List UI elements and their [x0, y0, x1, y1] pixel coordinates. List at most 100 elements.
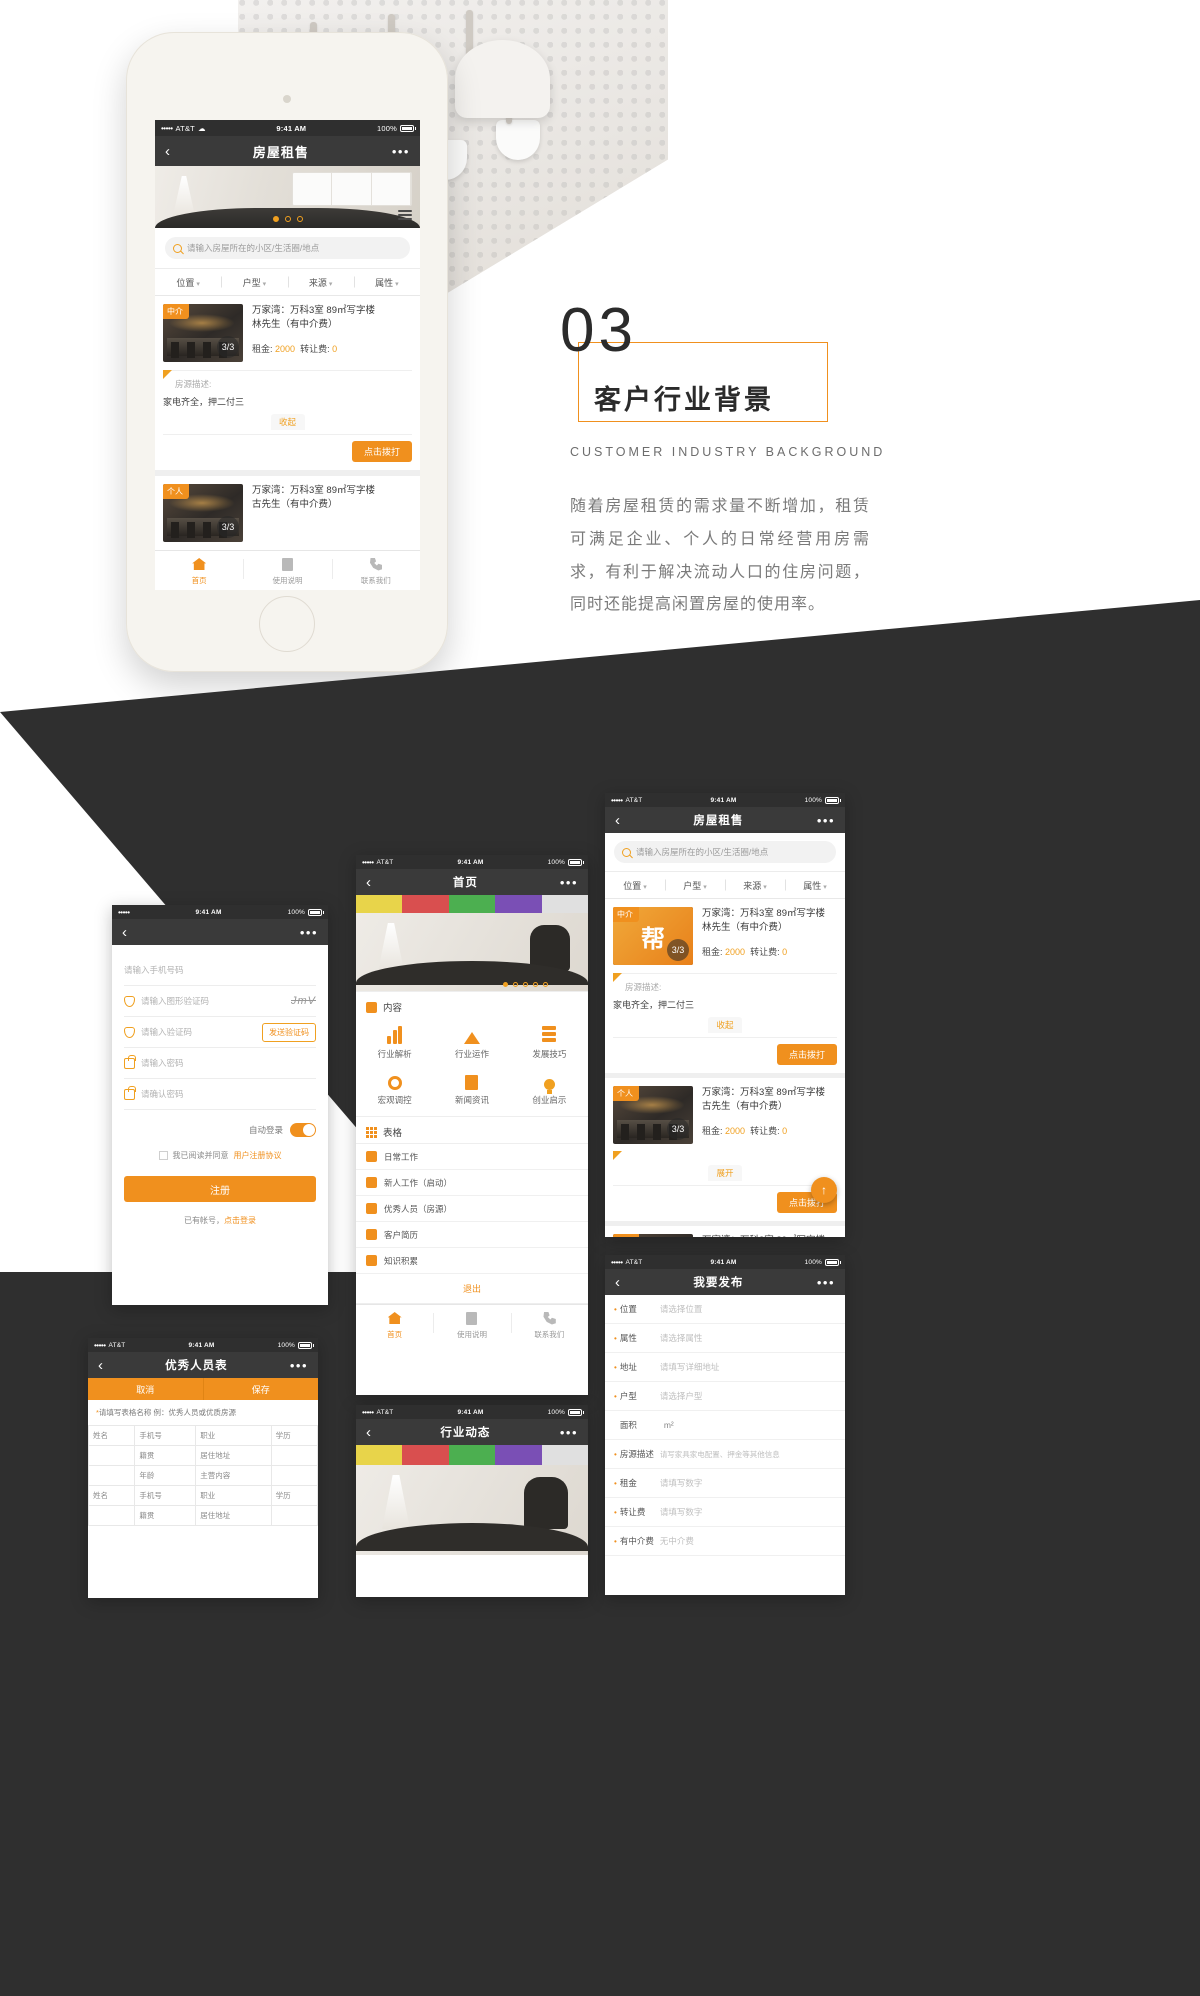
- staff-grid[interactable]: 姓名 手机号 职业 学历 籍贯 居住地址 年龄 主营内容 姓名 手机号 职业 学历 籍贯 居住地址: [88, 1425, 318, 1526]
- tab-home[interactable]: 首页: [356, 1305, 433, 1344]
- list-item[interactable]: 日常工作: [356, 1144, 588, 1170]
- field-area[interactable]: •面积m²: [605, 1411, 845, 1440]
- signal-dots-icon: •••••: [161, 123, 173, 133]
- screen-rent-list: ••••• AT&T 9:41 AM 100% ‹ 房屋租售 ••• 请输入房屋所…: [605, 793, 845, 1237]
- listing-card[interactable]: 个人 3/3 万家湾：万科3室 89㎡写字楼 古先生（有中介费） 租金: 200…: [605, 1078, 845, 1221]
- chevron-down-icon: ▾: [643, 883, 647, 891]
- field-image-captcha[interactable]: 请输入图形验证码 JmV: [124, 986, 316, 1017]
- register-button[interactable]: 注册: [124, 1176, 316, 1202]
- listing-thumbnail[interactable]: 帮 中介 3/3: [613, 907, 693, 965]
- listing-thumbnail[interactable]: 中介 3/3: [163, 304, 243, 362]
- field-password-confirm[interactable]: 请确认密码: [124, 1079, 316, 1110]
- grid-item-startup-tips[interactable]: 创业启示: [511, 1070, 588, 1106]
- scroll-to-top-button[interactable]: ↑: [811, 1177, 837, 1203]
- search-input[interactable]: 请输入房屋所在的小区/生活圈/地点: [165, 237, 410, 259]
- more-button[interactable]: •••: [560, 1425, 578, 1440]
- field-layout[interactable]: • 户型 请选择户型: [605, 1382, 845, 1411]
- collapse-button[interactable]: 收起: [708, 1017, 742, 1033]
- call-button[interactable]: 点击拨打: [776, 1044, 837, 1065]
- listing-thumbnail[interactable]: 个人 3/3: [613, 1234, 693, 1237]
- back-button[interactable]: ‹: [615, 813, 620, 828]
- listing-card[interactable]: 帮 中介 3/3 万家湾：万科3室 89㎡写字楼 林先生（有中介费） 租金: 2…: [605, 899, 845, 1073]
- list-item[interactable]: 知识积累: [356, 1248, 588, 1274]
- call-button[interactable]: 点击拨打: [351, 441, 412, 462]
- filter-layout[interactable]: 户型 ▾: [665, 879, 725, 892]
- grid-item-news[interactable]: 新闻资讯: [433, 1070, 510, 1106]
- logout-button[interactable]: 退出: [356, 1274, 588, 1304]
- back-button[interactable]: ‹: [98, 1358, 103, 1373]
- listing-thumbnail[interactable]: 个人 3/3: [613, 1086, 693, 1144]
- filter-location[interactable]: 位置 ▾: [155, 276, 221, 289]
- required-marker: •: [614, 1449, 617, 1459]
- list-item[interactable]: 优秀人员（房源）: [356, 1196, 588, 1222]
- listing-thumbnail[interactable]: 个人 3/3: [163, 484, 243, 542]
- agreement-checkbox[interactable]: [158, 1151, 168, 1160]
- listing-actions: 点击拨打: [613, 1037, 837, 1065]
- shield-icon: [124, 1026, 135, 1038]
- tab-instructions[interactable]: 使用说明: [243, 551, 331, 590]
- listing-card[interactable]: 个人 3/3 万家湾：万科3室 89㎡写字楼 古先生（有中介费）: [155, 476, 420, 550]
- tab-home[interactable]: 首页: [155, 551, 243, 590]
- phone-home-button[interactable]: [259, 596, 315, 652]
- rent-value: 2000: [725, 1125, 746, 1136]
- listing-card[interactable]: 中介 3/3 万家湾：万科3室 89㎡写字楼 林先生（有中介费） 租金: 200…: [155, 296, 420, 470]
- field-address[interactable]: • 地址 请填写详细地址: [605, 1353, 845, 1382]
- back-button[interactable]: ‹: [122, 925, 127, 940]
- field-agency-fee[interactable]: • 有中介费 无中介费: [605, 1527, 845, 1556]
- auto-login-toggle[interactable]: [290, 1123, 316, 1137]
- field-transfer-fee[interactable]: • 转让费 请填写数字: [605, 1498, 845, 1527]
- tab-contact[interactable]: 联系我们: [510, 1305, 588, 1344]
- banner-menu-icon[interactable]: [398, 208, 412, 222]
- news-banner[interactable]: [356, 1445, 588, 1555]
- field-description[interactable]: • 房源描述 请写家具家电配置、押金等其他信息: [605, 1440, 845, 1469]
- back-button[interactable]: ‹: [366, 875, 371, 890]
- field-phone[interactable]: 请输入手机号码: [124, 955, 316, 986]
- list-item[interactable]: 新人工作（启动）: [356, 1170, 588, 1196]
- back-button[interactable]: ‹: [366, 1425, 371, 1440]
- field-location[interactable]: • 位置 请选择位置: [605, 1295, 845, 1324]
- field-attribute[interactable]: • 属性 请选择属性: [605, 1324, 845, 1353]
- more-button[interactable]: •••: [817, 1275, 835, 1290]
- save-button[interactable]: 保存: [202, 1378, 318, 1400]
- login-link[interactable]: 点击登录: [224, 1216, 256, 1225]
- more-button[interactable]: •••: [290, 1358, 308, 1373]
- grid-item-development-skills[interactable]: 发展技巧: [511, 1024, 588, 1060]
- banner-carousel[interactable]: [155, 166, 420, 228]
- filter-attribute[interactable]: 属性 ▾: [354, 276, 420, 289]
- expand-button[interactable]: 展开: [708, 1165, 742, 1181]
- filter-layout[interactable]: 户型 ▾: [221, 276, 287, 289]
- screen-staff-table: ••••• AT&T 9:41 AM 100% ‹ 优秀人员表 ••• 取消 保存…: [88, 1338, 318, 1598]
- tab-contact[interactable]: 联系我们: [331, 551, 420, 590]
- list-item[interactable]: 客户简历: [356, 1222, 588, 1248]
- back-button[interactable]: ‹: [165, 144, 170, 159]
- nav-bar: ‹ 首页 •••: [356, 869, 588, 895]
- agreement-link[interactable]: 用户注册协议: [234, 1150, 282, 1161]
- carousel-dots[interactable]: [503, 982, 548, 987]
- field-sms-code[interactable]: 请输入验证码 发送验证码: [124, 1017, 316, 1048]
- back-button[interactable]: ‹: [615, 1275, 620, 1290]
- tab-instructions[interactable]: 使用说明: [433, 1305, 510, 1344]
- more-button[interactable]: •••: [560, 875, 578, 890]
- more-button[interactable]: •••: [300, 925, 318, 940]
- filter-source[interactable]: 来源 ▾: [288, 276, 354, 289]
- field-password[interactable]: 请输入密码: [124, 1048, 316, 1079]
- field-rent[interactable]: • 租金 请填写数字: [605, 1469, 845, 1498]
- collapse-button[interactable]: 收起: [270, 414, 305, 430]
- carousel-dots[interactable]: [272, 216, 303, 222]
- filter-location[interactable]: 位置 ▾: [605, 879, 665, 892]
- listing-card[interactable]: 个人 3/3 万家湾：万科3室 89㎡写字楼 古先生（有中介费）: [605, 1226, 845, 1237]
- grid-item-industry-analysis[interactable]: 行业解析: [356, 1024, 433, 1060]
- grid-item-macro-control[interactable]: 宏观调控: [356, 1070, 433, 1106]
- grid-item-industry-operation[interactable]: 行业运作: [433, 1024, 510, 1060]
- home-banner[interactable]: [356, 895, 588, 991]
- section-title-en: CUSTOMER INDUSTRY BACKGROUND: [570, 445, 886, 459]
- send-code-button[interactable]: 发送验证码: [262, 1022, 316, 1042]
- filter-attribute[interactable]: 属性 ▾: [785, 879, 845, 892]
- more-button[interactable]: •••: [392, 144, 410, 159]
- more-button[interactable]: •••: [817, 813, 835, 828]
- captcha-image[interactable]: JmV: [291, 995, 316, 1007]
- search-input[interactable]: 请输入房屋所在的小区/生活圈/地点: [614, 841, 836, 863]
- page-title: 优秀人员表: [165, 1360, 228, 1372]
- filter-source[interactable]: 来源 ▾: [725, 879, 785, 892]
- cancel-button[interactable]: 取消: [88, 1378, 203, 1400]
